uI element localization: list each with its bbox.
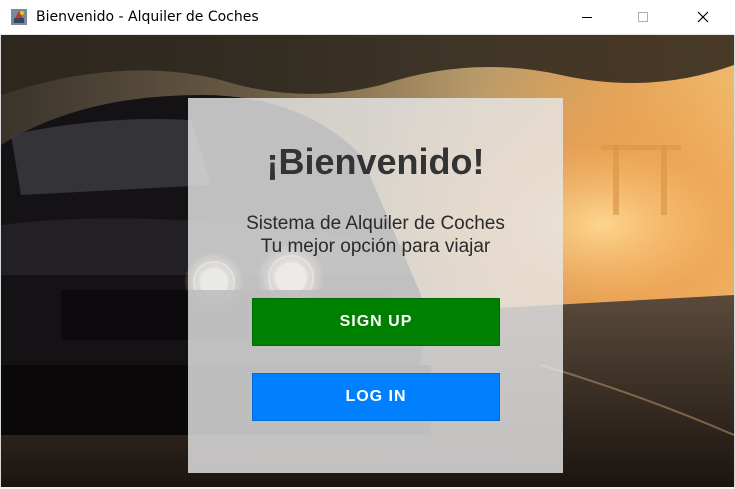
login-button[interactable]: LOG IN — [252, 373, 500, 421]
close-button[interactable] — [680, 0, 726, 34]
subtitle-line-1: Sistema de Alquiler de Coches — [246, 213, 505, 234]
title-bar[interactable]: Bienvenido - Alquiler de Coches — [0, 0, 735, 35]
app-window: Bienvenido - Alquiler de Coches ¡Bienven… — [0, 0, 735, 489]
content-area: ¡Bienvenido! Sistema de Alquiler de Coch… — [1, 35, 734, 487]
java-app-icon — [10, 8, 28, 26]
signup-button[interactable]: SIGN UP — [252, 298, 500, 346]
window-title: Bienvenido - Alquiler de Coches — [36, 9, 259, 25]
maximize-icon — [638, 12, 648, 22]
subtitle-line-2: Tu mejor opción para viajar — [260, 236, 491, 257]
maximize-button[interactable] — [620, 0, 666, 34]
minimize-icon — [582, 17, 592, 18]
minimize-button[interactable] — [564, 0, 610, 34]
welcome-heading: ¡Bienvenido! — [266, 141, 485, 182]
welcome-panel: ¡Bienvenido! Sistema de Alquiler de Coch… — [188, 98, 563, 473]
close-icon — [697, 11, 709, 23]
